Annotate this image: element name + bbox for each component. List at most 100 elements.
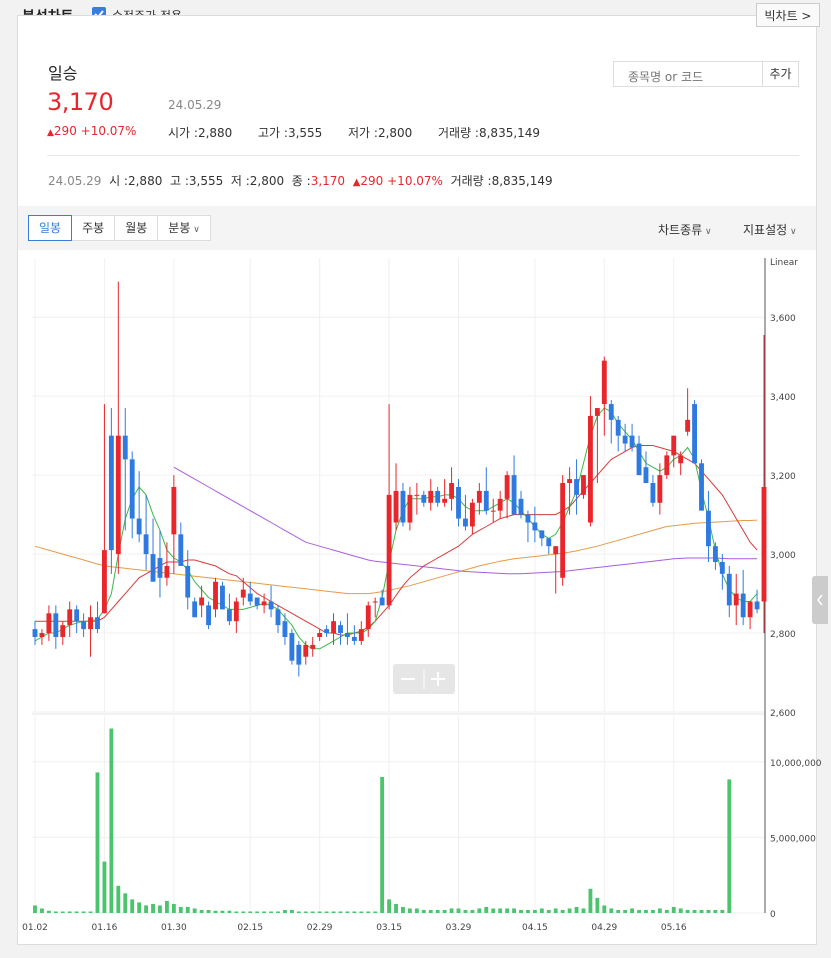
candle-body bbox=[101, 550, 107, 614]
volume-bar bbox=[185, 906, 190, 913]
volume-bar bbox=[151, 903, 155, 913]
volume-bar bbox=[109, 728, 114, 913]
price-tick-label: 3,000 bbox=[770, 551, 796, 561]
price-tick-label: 3,400 bbox=[770, 393, 796, 403]
candle-body bbox=[636, 443, 642, 476]
price-tick-label: 2,800 bbox=[770, 630, 796, 640]
candle-body bbox=[525, 514, 531, 523]
candle-body bbox=[664, 455, 670, 476]
candle-body bbox=[303, 644, 309, 657]
price-tick-label: 2,600 bbox=[770, 709, 796, 719]
volume-bar bbox=[220, 910, 225, 913]
volume-bar bbox=[519, 909, 523, 913]
volume-bar bbox=[269, 911, 273, 913]
candle-body bbox=[254, 597, 260, 606]
scale-label: Linear bbox=[770, 258, 798, 268]
candle-body bbox=[310, 644, 316, 649]
volume-bar bbox=[428, 909, 433, 913]
candle-body bbox=[32, 629, 38, 637]
volume-bar bbox=[435, 909, 440, 913]
volume-bar bbox=[255, 911, 260, 913]
x-tick-label: 02.15 bbox=[237, 923, 263, 933]
volume-bar bbox=[477, 908, 482, 913]
price-tick-label: 3,600 bbox=[770, 314, 796, 324]
candle-body bbox=[344, 633, 350, 637]
candle-body bbox=[379, 597, 385, 606]
candle-body bbox=[317, 633, 323, 637]
volume-bar bbox=[310, 911, 315, 913]
volume-bar bbox=[213, 910, 218, 913]
volume-bar bbox=[241, 911, 246, 913]
candle-body bbox=[233, 601, 239, 622]
candle-body bbox=[275, 609, 281, 626]
candle-body bbox=[761, 486, 767, 602]
volume-plot-area bbox=[32, 716, 765, 913]
candle-body bbox=[518, 498, 524, 515]
candle-body bbox=[490, 510, 496, 512]
volume-tick-label: 5,000,000 bbox=[770, 834, 816, 844]
volume-bar bbox=[727, 779, 732, 913]
volume-bar bbox=[324, 911, 329, 913]
volume-tick-label: 10,000,000 bbox=[770, 759, 822, 769]
volume-bar bbox=[407, 908, 412, 913]
volume-bar bbox=[130, 899, 135, 913]
volume-bar bbox=[671, 906, 676, 913]
volume-bar bbox=[74, 911, 79, 913]
volume-bar bbox=[387, 899, 392, 913]
candle-body bbox=[560, 483, 566, 578]
chevron-left-icon bbox=[817, 594, 823, 606]
candle-body bbox=[74, 609, 80, 622]
candle-body bbox=[622, 435, 628, 444]
zoom-control bbox=[393, 664, 455, 694]
candle-body bbox=[442, 498, 448, 503]
volume-bar bbox=[595, 897, 600, 913]
volume-bar bbox=[102, 861, 107, 913]
candle-body bbox=[740, 593, 746, 618]
candle-body bbox=[164, 565, 170, 578]
stock-chart[interactable]: Linear 3,600 3,400 3,200 3,000 2,800 2,600 10,0… bbox=[0, 0, 831, 958]
x-tick-label: 01.30 bbox=[161, 923, 187, 933]
volume-bar bbox=[366, 911, 371, 913]
candle-body bbox=[331, 621, 336, 634]
candle-body bbox=[719, 561, 725, 574]
candle-body bbox=[81, 621, 87, 630]
candle-body bbox=[108, 435, 114, 551]
candle-body bbox=[657, 475, 663, 503]
candle-body bbox=[511, 475, 517, 515]
volume-bar bbox=[359, 911, 364, 913]
candle-body bbox=[60, 625, 66, 637]
candle-body bbox=[136, 518, 142, 535]
candle-body bbox=[504, 475, 510, 499]
candle-body bbox=[213, 581, 218, 610]
candle-body bbox=[546, 538, 552, 547]
volume-bar bbox=[296, 911, 301, 913]
volume-bar bbox=[539, 908, 544, 913]
candle-body bbox=[386, 494, 392, 606]
candle-body bbox=[338, 625, 343, 634]
volume-bar bbox=[526, 909, 530, 913]
candle-body bbox=[594, 408, 600, 416]
volume-bar bbox=[637, 909, 641, 913]
candle-body bbox=[671, 435, 677, 456]
candle-body bbox=[143, 534, 149, 555]
candle-body bbox=[324, 629, 330, 634]
candle-body bbox=[67, 609, 73, 626]
candle-body bbox=[497, 498, 503, 511]
volume-bar bbox=[144, 905, 149, 913]
candle-body bbox=[358, 629, 364, 641]
side-panel-handle[interactable] bbox=[812, 576, 828, 624]
volume-bar bbox=[227, 910, 232, 913]
volume-bar bbox=[491, 908, 496, 913]
volume-bar bbox=[283, 909, 287, 913]
candle-body bbox=[199, 597, 205, 606]
candle-body bbox=[282, 621, 288, 637]
volume-bar bbox=[338, 911, 343, 913]
volume-bar bbox=[630, 908, 635, 913]
volume-bar bbox=[623, 909, 628, 913]
volume-bar bbox=[394, 903, 398, 913]
candle-body bbox=[712, 546, 718, 562]
candle-body bbox=[539, 530, 545, 539]
volume-bar bbox=[88, 911, 93, 913]
candle-body bbox=[476, 490, 482, 503]
x-tick-label: 01.16 bbox=[92, 923, 118, 933]
